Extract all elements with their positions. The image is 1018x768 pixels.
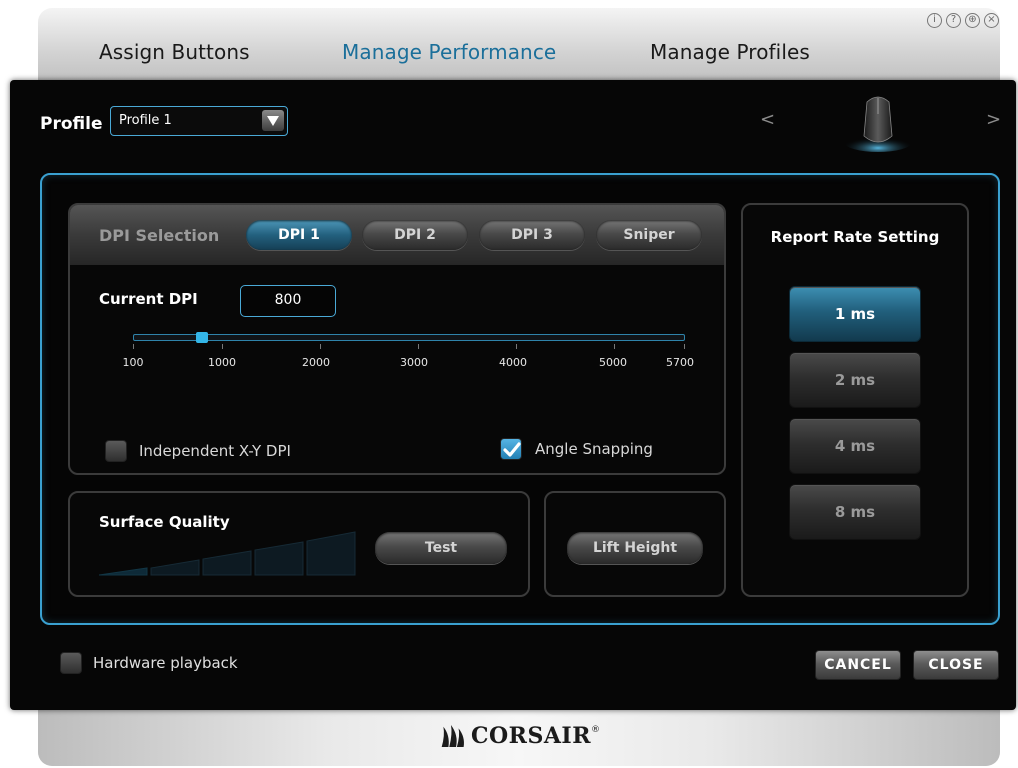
tick-label-2000: 2000 (302, 356, 330, 369)
tab-assign-buttons[interactable]: Assign Buttons (99, 40, 250, 64)
chevron-down-icon[interactable] (262, 110, 284, 131)
report-rate-2ms-button[interactable]: 2 ms (789, 352, 921, 408)
surface-quality-meter (98, 530, 357, 576)
hardware-playback-checkbox[interactable] (60, 652, 82, 674)
report-rate-title: Report Rate Setting (770, 228, 940, 246)
globe-icon[interactable]: ⊕ (965, 13, 980, 28)
profile-selected-value: Profile 1 (119, 113, 172, 128)
cancel-button[interactable]: CANCEL (815, 650, 901, 680)
prev-device-button[interactable]: < (760, 109, 775, 130)
close-icon[interactable]: × (984, 13, 999, 28)
slider-tick (320, 344, 321, 349)
surface-quality-title: Surface Quality (99, 513, 230, 531)
report-rate-8ms-button[interactable]: 8 ms (789, 484, 921, 540)
corsair-logo: CORSAIR ® (440, 716, 600, 756)
dpi-slider-track[interactable] (133, 334, 685, 341)
slider-tick (516, 344, 517, 349)
independent-xy-checkbox[interactable] (105, 440, 127, 462)
current-dpi-input[interactable]: 800 (240, 285, 336, 317)
profile-label: Profile (40, 114, 103, 134)
tick-label-5000: 5000 (599, 356, 627, 369)
angle-snapping-checkbox[interactable] (500, 438, 522, 460)
tab-manage-performance[interactable]: Manage Performance (342, 40, 556, 64)
tab-manage-profiles[interactable]: Manage Profiles (650, 40, 810, 64)
dpi-1-button[interactable]: DPI 1 (246, 220, 352, 250)
slider-tick (133, 344, 134, 349)
info-icon[interactable]: i (927, 13, 942, 28)
current-dpi-label: Current DPI (99, 290, 198, 308)
report-rate-4ms-button[interactable]: 4 ms (789, 418, 921, 474)
tick-label-1000: 1000 (208, 356, 236, 369)
angle-snapping-label: Angle Snapping (535, 440, 653, 458)
mouse-device-image (843, 92, 913, 154)
tick-label-100: 100 (122, 356, 144, 369)
dpi-2-button[interactable]: DPI 2 (362, 220, 468, 250)
dpi-3-button[interactable]: DPI 3 (479, 220, 585, 250)
trademark-symbol: ® (591, 725, 600, 735)
sniper-button[interactable]: Sniper (596, 220, 702, 250)
surface-test-button[interactable]: Test (375, 532, 507, 564)
slider-tick (684, 344, 685, 349)
tick-label-3000: 3000 (400, 356, 428, 369)
close-button[interactable]: CLOSE (913, 650, 999, 680)
dpi-selection-title: DPI Selection (99, 226, 220, 245)
tick-label-5700: 5700 (666, 356, 694, 369)
slider-tick (418, 344, 419, 349)
corsair-logo-text: CORSAIR (471, 723, 591, 749)
help-icon[interactable]: ? (946, 13, 961, 28)
corsair-sails-icon (441, 725, 464, 747)
profile-dropdown[interactable]: Profile 1 (110, 106, 288, 136)
lift-height-button[interactable]: Lift Height (567, 532, 703, 564)
dpi-slider-thumb[interactable] (196, 332, 208, 343)
next-device-button[interactable]: > (986, 109, 1001, 130)
report-rate-1ms-button[interactable]: 1 ms (789, 286, 921, 342)
checkmark-icon (503, 442, 521, 457)
slider-tick (222, 344, 223, 349)
independent-xy-label: Independent X-Y DPI (139, 442, 291, 460)
hardware-playback-label: Hardware playback (93, 654, 238, 672)
tick-label-4000: 4000 (499, 356, 527, 369)
slider-tick (614, 344, 615, 349)
